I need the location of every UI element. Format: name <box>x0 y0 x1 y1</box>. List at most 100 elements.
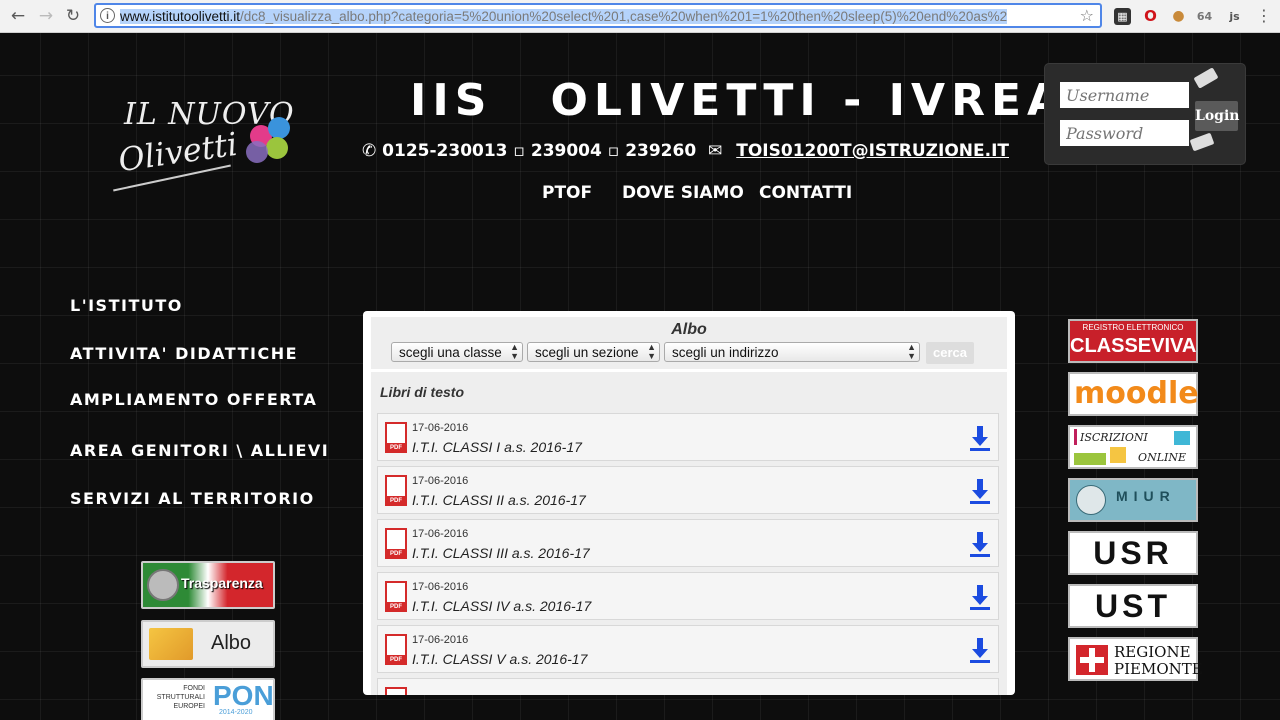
item-date: 17-06-2016 <box>412 634 469 646</box>
back-button[interactable]: ← <box>8 6 28 26</box>
indirizzo-select-value: scegli un indirizzo <box>672 345 779 360</box>
ust-banner[interactable]: UST <box>1068 584 1198 628</box>
section-label: Libri di testo <box>380 384 464 400</box>
usr-banner[interactable]: USR <box>1068 531 1198 575</box>
indirizzo-select[interactable]: scegli un indirizzo ▲ ▼ <box>664 342 920 362</box>
extension-64-icon[interactable]: 64 <box>1196 8 1213 25</box>
sezione-select[interactable]: scegli un sezione ▲ ▼ <box>527 342 660 362</box>
login-box: Login <box>1045 64 1245 164</box>
cerca-button[interactable]: cerca <box>926 342 974 364</box>
select-arrows-icon: ▲ ▼ <box>647 342 656 361</box>
nav-ptof[interactable]: PTOF <box>542 183 592 203</box>
item-title[interactable]: I.T.I. CLASSI III a.s. 2016-17 <box>412 545 590 561</box>
email-line: ✉ TOIS01200T@ISTRUZIONE.IT <box>708 141 1009 161</box>
info-icon[interactable]: i <box>100 8 115 23</box>
iscrizioni-bar <box>1074 453 1106 465</box>
pdf-icon: PDF <box>385 528 407 559</box>
download-icon[interactable] <box>968 583 992 611</box>
libri-di-testo-section: Libri di testo PDF 17-06-2016 I.T.I. CLA… <box>371 372 1007 695</box>
classe-select[interactable]: scegli una classe ▲ ▼ <box>391 342 523 362</box>
nav-dove-siamo[interactable]: DOVE SIAMO <box>622 183 744 203</box>
address-bar[interactable]: i www.istitutoolivetti.it/dc8_visualizza… <box>94 3 1102 28</box>
menu-ampliamento-offerta[interactable]: AMPLIAMENTO OFFERTA <box>70 390 317 409</box>
title-main: OLIVETTI - IVREA <box>550 75 1068 126</box>
cookie-extension-icon[interactable]: ● <box>1170 8 1187 25</box>
item-date: 17-06-2016 <box>412 475 469 487</box>
pon-label: PON <box>213 680 274 711</box>
item-title[interactable]: I.T.I. CLASSI I a.s. 2016-17 <box>412 439 582 455</box>
menu-icon[interactable]: ⋮ <box>1254 6 1274 26</box>
url-host: www.istitutoolivetti.it <box>120 9 241 24</box>
emblem-icon <box>1076 485 1106 515</box>
emblem-icon <box>147 569 179 601</box>
select-arrows-icon: ▲ ▼ <box>907 342 916 361</box>
classeviva-banner[interactable]: REGISTRO ELETTRONICO CLASSEVIVA <box>1068 319 1198 363</box>
item-title[interactable]: I.T.I. CLASSI IV a.s. 2016-17 <box>412 598 591 614</box>
username-input[interactable] <box>1060 82 1189 108</box>
page: IL NUOVO Olivetti IIS OLIVETTI - IVREA ✆ … <box>0 33 1280 720</box>
pdf-icon: PDF <box>385 475 407 506</box>
download-icon[interactable] <box>968 636 992 664</box>
menu-attivita-didattiche[interactable]: ATTIVITA' DIDATTICHE <box>70 344 298 363</box>
list-item[interactable]: PDF 17-06-2016 I.T.I. CLASSI III a.s. 20… <box>377 519 999 567</box>
opera-extension-icon[interactable]: O <box>1142 8 1159 25</box>
logo-dot <box>268 117 290 139</box>
list-item[interactable] <box>377 678 999 695</box>
online-label: ONLINE <box>1138 451 1186 464</box>
regione-piemonte-banner[interactable]: REGIONE PIEMONTE <box>1068 637 1203 681</box>
trasparenza-banner[interactable]: Trasparenza <box>141 561 275 609</box>
piemonte-label: PIEMONTE <box>1114 660 1203 678</box>
site-logo[interactable]: IL NUOVO Olivetti <box>112 97 302 217</box>
password-input[interactable] <box>1060 120 1189 146</box>
usr-label: USR <box>1093 535 1173 571</box>
url-path: /dc8_visualizza_albo.php?categoria=5%20u… <box>240 9 1008 24</box>
classeviva-label: CLASSEVIVA <box>1070 335 1197 357</box>
browser-toolbar: ← → ↻ i www.istitutoolivetti.it/dc8_visu… <box>0 0 1280 33</box>
pdf-icon: PDF <box>385 422 407 453</box>
list-item[interactable]: PDF 17-06-2016 I.T.I. CLASSI I a.s. 2016… <box>377 413 999 461</box>
menu-istituto[interactable]: L'ISTITUTO <box>70 296 183 315</box>
logo-text-olivetti: Olivetti <box>115 124 240 180</box>
miur-banner[interactable]: MIUR <box>1068 478 1198 522</box>
js-extension-icon[interactable]: js <box>1226 8 1243 25</box>
menu-area-genitori-allievi[interactable]: AREA GENITORI \ ALLIEVI <box>70 441 329 460</box>
download-icon[interactable] <box>968 424 992 452</box>
url-text[interactable]: www.istitutoolivetti.it/dc8_visualizza_a… <box>120 8 1078 26</box>
iscrizioni-online-banner[interactable]: ISCRIZIONI ONLINE <box>1068 425 1198 469</box>
chalk-eraser-icon <box>1193 67 1219 89</box>
list-item[interactable]: PDF 17-06-2016 I.T.I. CLASSI II a.s. 201… <box>377 466 999 514</box>
item-title[interactable]: I.T.I. CLASSI V a.s. 2016-17 <box>412 651 587 667</box>
item-title[interactable]: I.T.I. CLASSI II a.s. 2016-17 <box>412 492 586 508</box>
nav-contatti[interactable]: CONTATTI <box>759 183 852 203</box>
menu-servizi-territorio[interactable]: SERVIZI AL TERRITORIO <box>70 489 315 508</box>
chalk-piece-icon <box>1189 132 1215 152</box>
reload-button[interactable]: ↻ <box>63 6 83 26</box>
list-item[interactable]: PDF 17-06-2016 I.T.I. CLASSI V a.s. 2016… <box>377 625 999 673</box>
item-date: 17-06-2016 <box>412 422 469 434</box>
mail-icon: ✉ <box>708 141 723 161</box>
albo-banner[interactable]: Albo <box>141 620 275 668</box>
iscrizioni-accent <box>1074 429 1077 445</box>
regione-label: REGIONE <box>1114 643 1191 661</box>
classeviva-top-label: REGISTRO ELETTRONICO <box>1082 323 1184 332</box>
iscrizioni-square <box>1110 447 1126 463</box>
albo-label: Albo <box>211 632 252 654</box>
trasparenza-label: Trasparenza <box>181 575 263 591</box>
download-icon[interactable] <box>968 530 992 558</box>
item-date: 17-06-2016 <box>412 581 469 593</box>
bookmark-star-icon[interactable]: ☆ <box>1080 6 1094 25</box>
forward-button[interactable]: → <box>36 6 56 26</box>
login-button[interactable]: Login <box>1195 101 1239 131</box>
albo-panel: Albo scegli una classe ▲ ▼ scegli un sezio… <box>363 311 1015 695</box>
ust-label: UST <box>1095 588 1171 624</box>
list-item[interactable]: PDF 17-06-2016 I.T.I. CLASSI IV a.s. 201… <box>377 572 999 620</box>
tab-extension-icon[interactable]: ▦ <box>1114 8 1131 25</box>
classe-select-value: scegli una classe <box>399 345 502 360</box>
download-icon[interactable] <box>968 477 992 505</box>
moodle-label: moodle <box>1074 376 1199 411</box>
pdf-icon <box>385 687 407 695</box>
email-link[interactable]: TOIS01200T@ISTRUZIONE.IT <box>736 141 1009 161</box>
folder-icon <box>149 628 193 660</box>
pon-banner[interactable]: FONDI STRUTTURALI EUROPEI PON 2014-2020 <box>141 678 275 720</box>
moodle-banner[interactable]: moodle <box>1068 372 1199 416</box>
